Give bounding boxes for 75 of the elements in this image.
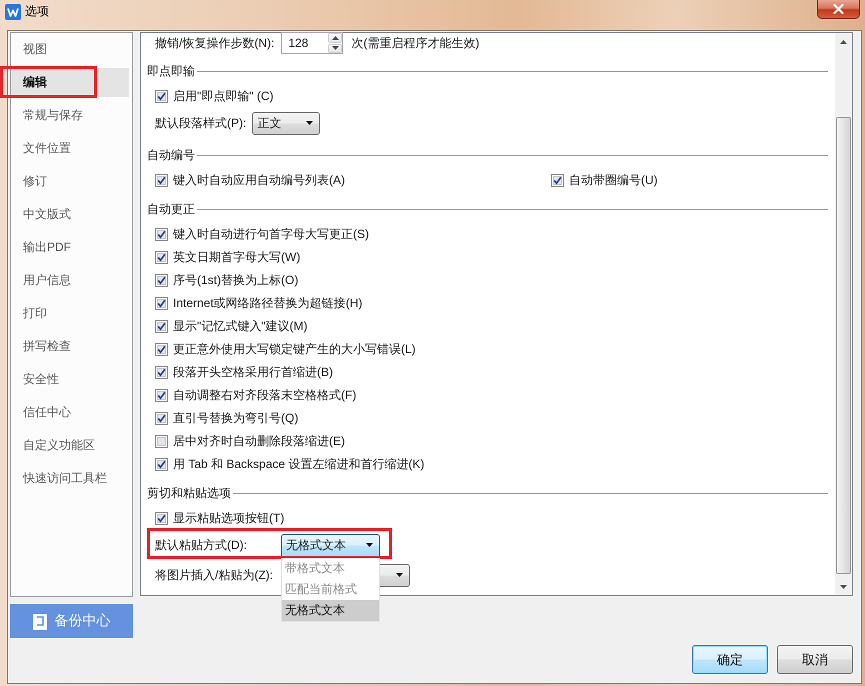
checkbox[interactable]	[155, 228, 168, 241]
caret-up-icon	[332, 36, 339, 40]
checkbox[interactable]	[155, 251, 168, 264]
spin-down-button[interactable]	[328, 44, 342, 53]
number-field[interactable]: 128	[281, 32, 344, 54]
field-label: 撤销/恢复操作步数(N):	[155, 34, 274, 52]
checkbox[interactable]	[155, 435, 168, 448]
sidebar-item[interactable]: 用户信息	[11, 266, 129, 295]
checkbox-label[interactable]: 自动调整右对齐段落末空格格式(F)	[173, 387, 356, 404]
checkbox-label[interactable]: 用 Tab 和 Backspace 设置左缩进和首行缩进(K)	[173, 456, 424, 473]
sidebar-item[interactable]: 快速访问工具栏	[11, 464, 129, 493]
hint-text: 次(需重启程序才能生效)	[351, 34, 480, 52]
checkbox-label[interactable]: 序号(1st)替换为上标(O)	[173, 272, 298, 289]
checkbox[interactable]	[551, 174, 564, 187]
checkbox-label[interactable]: 英文日期首字母大写(W)	[173, 249, 300, 266]
caret-icon	[306, 121, 314, 125]
caret-icon	[366, 543, 373, 547]
checkbox[interactable]	[155, 412, 168, 425]
dropdown[interactable]: 正文	[252, 112, 320, 134]
dialog-button[interactable]: 取消	[777, 645, 853, 674]
sidebar-item[interactable]: 信任中心	[11, 398, 129, 427]
sidebar-item[interactable]: 修订	[11, 167, 129, 196]
section-title: 即点即输	[147, 62, 195, 80]
caret-down-icon	[332, 46, 339, 50]
app-icon	[5, 4, 21, 20]
scroll-thumb[interactable]	[836, 117, 851, 574]
checkbox-label[interactable]: 启用"即点即输" (C)	[173, 88, 274, 105]
checkbox-label[interactable]: 段落开头空格采用行首缩进(B)	[173, 364, 333, 381]
sidebar-item[interactable]: 自定义功能区	[11, 431, 129, 460]
section-title: 剪切和粘贴选项	[147, 484, 231, 502]
caret-icon	[396, 573, 403, 577]
window-title: 选项	[25, 3, 49, 19]
sidebar-item[interactable]: 编辑	[11, 68, 129, 97]
checkbox[interactable]	[155, 174, 168, 187]
sidebar-item[interactable]: 常规与保存	[11, 101, 129, 130]
document-icon	[32, 612, 46, 630]
checkbox-label[interactable]: 显示"记忆式键入"建议(M)	[173, 318, 308, 335]
checkbox-label[interactable]: 更正意外使用大写锁定键产生的大小写错误(L)	[173, 341, 416, 358]
checkbox-label[interactable]: 显示粘贴选项按钮(T)	[173, 510, 284, 527]
checkbox[interactable]	[155, 512, 168, 525]
checkbox-label[interactable]: 自动带圈编号(U)	[569, 172, 658, 189]
field-label: 将图片插入/粘贴为(Z):	[155, 566, 274, 584]
close-icon	[833, 4, 844, 14]
sidebar-item[interactable]: 文件位置	[11, 134, 129, 163]
sidebar-item[interactable]: 拼写检查	[11, 332, 129, 361]
checkbox[interactable]	[155, 90, 168, 103]
checkbox[interactable]	[155, 320, 168, 333]
checkbox-label[interactable]: 直引号替换为弯引号(Q)	[173, 410, 298, 427]
sidebar-item[interactable]: 输出PDF	[11, 233, 129, 262]
checkbox[interactable]	[155, 366, 168, 379]
checkbox-label[interactable]: 居中对齐时自动删除段落缩进(E)	[173, 433, 345, 450]
checkbox[interactable]	[155, 458, 168, 471]
checkbox-label[interactable]: 键入时自动应用自动编号列表(A)	[173, 172, 345, 189]
section-title: 自动编号	[147, 146, 195, 164]
checkbox-label[interactable]: 键入时自动进行句首字母大写更正(S)	[173, 226, 369, 243]
caret-up-icon	[840, 40, 847, 44]
dropdown-option[interactable]: 无格式文本	[282, 600, 379, 620]
sidebar-item[interactable]: 打印	[11, 299, 129, 328]
field-label: 默认粘贴方式(D):	[155, 536, 248, 554]
checkbox-label[interactable]: Internet或网络路径替换为超链接(H)	[173, 295, 362, 312]
checkbox[interactable]	[155, 343, 168, 356]
sidebar-item[interactable]: 中文版式	[11, 200, 129, 229]
checkbox[interactable]	[155, 274, 168, 287]
dropdown[interactable]: 无格式文本	[281, 534, 380, 556]
sidebar-item[interactable]: 视图	[11, 35, 129, 64]
dialog-button[interactable]: 确定	[692, 645, 768, 674]
caret-down-icon	[840, 584, 847, 588]
checkbox[interactable]	[155, 389, 168, 402]
checkbox[interactable]	[155, 297, 168, 310]
section-title: 自动更正	[147, 200, 195, 218]
close-button[interactable]	[817, 0, 860, 19]
spin-up-button[interactable]	[328, 33, 342, 42]
field-label: 默认段落样式(P):	[155, 114, 246, 132]
scrollbar[interactable]	[835, 33, 852, 595]
sidebar-item[interactable]: 安全性	[11, 365, 129, 394]
